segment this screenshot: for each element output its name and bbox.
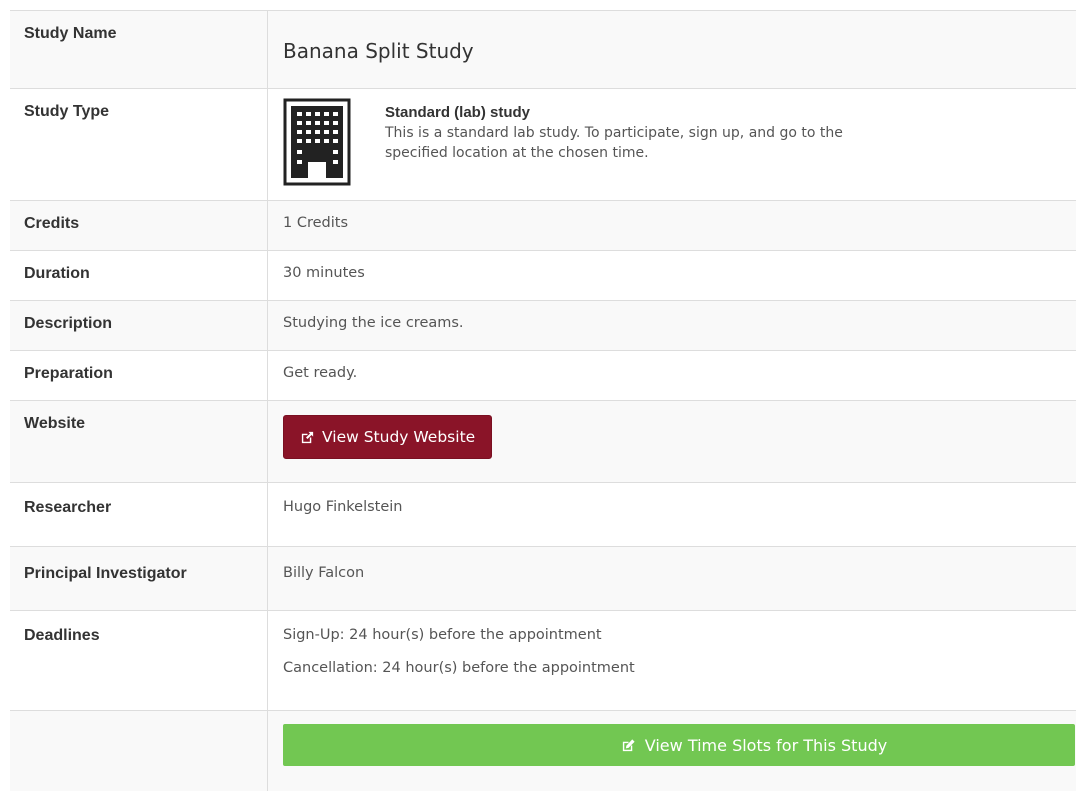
row-researcher: Researcher Hugo Finkelstein: [10, 483, 1076, 547]
time-slots-label-cell: [10, 711, 268, 791]
website-cell: View Study Website: [268, 401, 1076, 482]
principal-investigator-label: Principal Investigator: [10, 547, 268, 610]
study-type-label: Study Type: [10, 89, 268, 200]
credits-label: Credits: [10, 201, 268, 250]
preparation-label: Preparation: [10, 351, 268, 400]
study-type-text: Standard (lab) study This is a standard …: [385, 103, 843, 186]
row-deadlines: Deadlines Sign-Up: 24 hour(s) before the…: [10, 611, 1076, 711]
study-type-desc-line2: specified location at the chosen time.: [385, 145, 649, 161]
duration-label: Duration: [10, 251, 268, 300]
deadlines-label: Deadlines: [10, 611, 268, 710]
study-name-value: Banana Split Study: [283, 39, 474, 63]
edit-icon: [622, 738, 635, 751]
time-slots-cell: View Time Slots for This Study: [268, 711, 1076, 791]
deadline-signup: Sign-Up: 24 hour(s) before the appointme…: [283, 627, 602, 643]
row-study-name: Study Name Banana Split Study: [10, 11, 1076, 89]
study-details-table: Study Name Banana Split Study Study Type: [10, 10, 1076, 791]
website-label: Website: [10, 401, 268, 482]
row-website: Website View Study Website: [10, 401, 1076, 483]
row-principal-investigator: Principal Investigator Billy Falcon: [10, 547, 1076, 611]
deadlines-cell: Sign-Up: 24 hour(s) before the appointme…: [268, 611, 1076, 710]
row-duration: Duration 30 minutes: [10, 251, 1076, 301]
researcher-label: Researcher: [10, 483, 268, 546]
row-description: Description Studying the ice creams.: [10, 301, 1076, 351]
building-icon: [283, 98, 351, 186]
principal-investigator-value: Billy Falcon: [283, 565, 365, 581]
description-value: Studying the ice creams.: [283, 315, 464, 331]
study-name-cell: Banana Split Study: [268, 11, 1076, 88]
view-study-website-label: View Study Website: [322, 428, 476, 446]
researcher-value: Hugo Finkelstein: [283, 499, 403, 515]
credits-value: 1 Credits: [283, 215, 348, 231]
view-time-slots-button[interactable]: View Time Slots for This Study: [283, 724, 1075, 766]
duration-value: 30 minutes: [283, 265, 365, 281]
study-name-label: Study Name: [10, 11, 268, 88]
external-link-icon: [301, 431, 314, 443]
view-study-website-button[interactable]: View Study Website: [283, 415, 493, 459]
study-type-title: Standard (lab) study: [385, 104, 531, 121]
study-type-cell: Standard (lab) study This is a standard …: [268, 89, 1076, 200]
deadline-cancellation: Cancellation: 24 hour(s) before the appo…: [283, 660, 635, 676]
row-credits: Credits 1 Credits: [10, 201, 1076, 251]
preparation-value: Get ready.: [283, 365, 358, 381]
study-type-desc-line1: This is a standard lab study. To partici…: [385, 125, 843, 141]
row-study-type: Study Type Standard (lab) study This is …: [10, 89, 1076, 201]
description-label: Description: [10, 301, 268, 350]
study-type-content: Standard (lab) study This is a standard …: [283, 98, 1076, 186]
row-preparation: Preparation Get ready.: [10, 351, 1076, 401]
row-time-slots: View Time Slots for This Study: [10, 711, 1076, 791]
view-time-slots-label: View Time Slots for This Study: [644, 735, 888, 755]
